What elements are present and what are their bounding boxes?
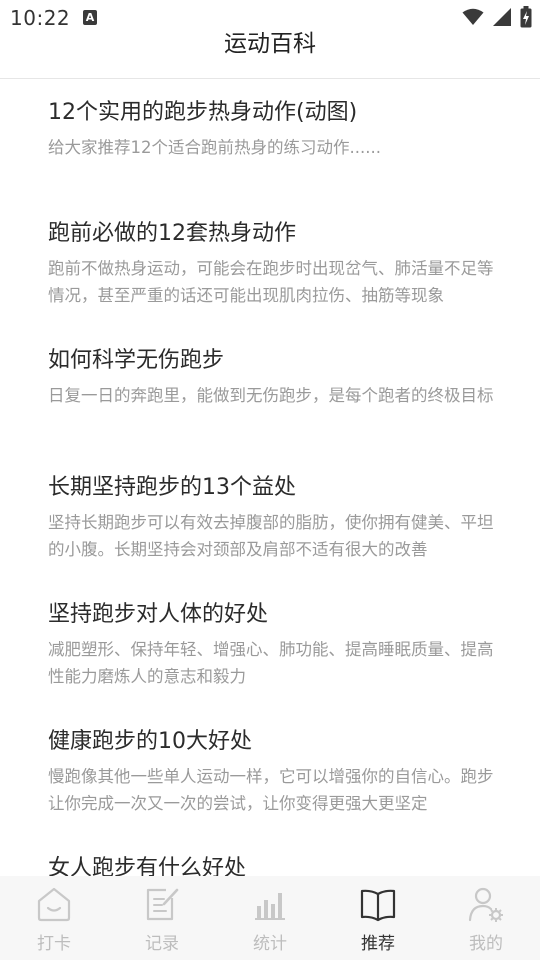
user-settings-icon — [468, 887, 503, 922]
article-item[interactable]: 跑前必做的12套热身动作 跑前不做热身运动，可能会在跑步时出现岔气、肺活量不足等… — [48, 219, 498, 309]
note-edit-icon — [146, 888, 179, 921]
article-summary: 给大家推荐12个适合跑前热身的练习动作...... — [48, 138, 381, 157]
article-title: 12个实用的跑步热身动作(动图) — [48, 100, 358, 125]
nav-item-profile[interactable]: 我的 — [432, 876, 540, 960]
article-item[interactable]: 12个实用的跑步热身动作(动图) 给大家推荐12个适合跑前热身的练习动作....… — [48, 98, 498, 161]
article-summary: 坚持长期跑步可以有效去掉腹部的脂肪，使你拥有健美、平坦的小腹。长期坚持会对颈部及… — [48, 513, 494, 559]
nav-item-checkin[interactable]: 打卡 — [0, 876, 108, 960]
nav-label: 我的 — [469, 934, 503, 954]
article-title: 坚持跑步对人体的好处 — [48, 602, 269, 627]
article-item[interactable]: 如何科学无伤跑步 日复一日的奔跑里，能做到无伤跑步，是每个跑者的终极目标 — [48, 346, 498, 409]
status-icons — [462, 6, 532, 28]
article-item[interactable]: 长期坚持跑步的13个益处 坚持长期跑步可以有效去掉腹部的脂肪，使你拥有健美、平坦… — [48, 473, 498, 563]
open-book-icon — [360, 889, 396, 922]
nav-item-stats[interactable]: 统计 — [216, 876, 324, 960]
nav-label: 推荐 — [361, 934, 395, 954]
wifi-icon — [462, 8, 484, 25]
nav-label: 打卡 — [37, 934, 71, 954]
article-title: 跑前必做的12套热身动作 — [48, 221, 296, 246]
article-title: 如何科学无伤跑步 — [48, 348, 225, 373]
article-item[interactable]: 女人跑步有什么好处 — [48, 854, 498, 876]
article-item[interactable]: 坚持跑步对人体的好处 减肥塑形、保持年轻、增强心、肺功能、提高睡眠质量、提高性能… — [48, 600, 498, 690]
article-list[interactable]: 12个实用的跑步热身动作(动图) 给大家推荐12个适合跑前热身的练习动作....… — [0, 80, 540, 876]
screen: 运动百科 10:22 A 12个实用的跑步热身动作(动图) 给大家推荐12个适合… — [0, 0, 540, 960]
bottom-nav: 打卡 记录 统计 推荐 我的 — [0, 876, 540, 960]
battery-charging-icon — [520, 6, 532, 28]
house-icon — [37, 887, 71, 922]
article-title: 健康跑步的10大好处 — [48, 729, 252, 754]
nav-label: 记录 — [145, 934, 179, 954]
nav-label: 统计 — [253, 934, 287, 954]
article-item[interactable]: 健康跑步的10大好处 慢跑像其他一些单人运动一样，它可以增强你的自信心。跑步让你… — [48, 727, 498, 817]
article-title: 长期坚持跑步的13个益处 — [48, 475, 296, 500]
nav-item-records[interactable]: 记录 — [108, 876, 216, 960]
article-summary: 日复一日的奔跑里，能做到无伤跑步，是每个跑者的终极目标 — [48, 386, 494, 405]
article-summary: 慢跑像其他一些单人运动一样，它可以增强你的自信心。跑步让你完成一次又一次的尝试，… — [48, 767, 494, 813]
status-time: 10:22 — [10, 6, 71, 30]
bar-chart-icon — [255, 893, 285, 920]
notification-a-icon: A — [83, 10, 97, 25]
cell-signal-icon — [493, 8, 511, 26]
nav-item-recommend[interactable]: 推荐 — [324, 876, 432, 960]
status-bar: 10:22 A — [0, 0, 540, 36]
article-title: 女人跑步有什么好处 — [48, 856, 247, 876]
article-summary: 减肥塑形、保持年轻、增强心、肺功能、提高睡眠质量、提高性能力磨炼人的意志和毅力 — [48, 640, 494, 686]
article-summary: 跑前不做热身运动，可能会在跑步时出现岔气、肺活量不足等情况，甚至严重的话还可能出… — [48, 259, 494, 305]
